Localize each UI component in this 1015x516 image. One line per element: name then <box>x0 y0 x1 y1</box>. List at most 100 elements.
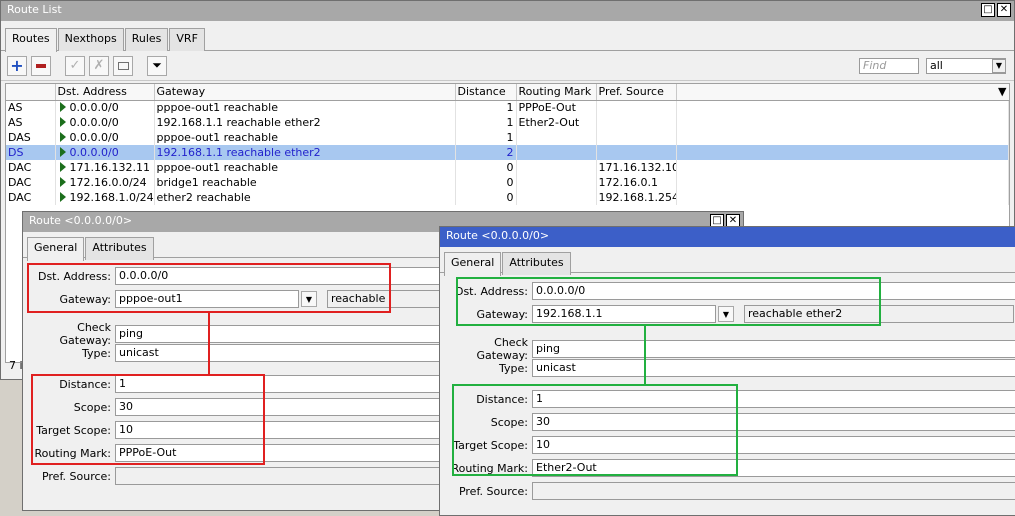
col-flags[interactable] <box>6 84 56 101</box>
row-pref: 171.16.132.100 <box>596 160 677 175</box>
route-arrow-icon <box>59 192 66 202</box>
row-flags: DAC <box>6 160 56 175</box>
route-table: Dst. Address Gateway Distance Routing Ma… <box>6 84 1009 205</box>
route-list-toolbar: + ✓ ✗ ⏷ Find all ▼ <box>1 51 1014 81</box>
table-row[interactable]: DAC 192.168.1.0/24 ether2 reachable 0 19… <box>6 190 1009 205</box>
row-dst-text: 0.0.0.0/0 <box>69 146 119 159</box>
route-list-title: Route List <box>7 3 62 16</box>
pref-source-row: Pref. Source: <box>440 482 1015 500</box>
remove-button[interactable] <box>31 55 51 76</box>
highlight-box-red-routing <box>31 374 265 465</box>
row-dst: 171.16.132.11 <box>55 160 155 175</box>
col-distance[interactable]: Distance <box>455 84 517 101</box>
row-mark <box>516 160 597 175</box>
tab-attributes[interactable]: Attributes <box>85 237 154 260</box>
disable-button[interactable]: ✗ <box>89 55 109 76</box>
tab-nexthops[interactable]: Nexthops <box>57 28 124 51</box>
col-more-dropdown-icon[interactable]: ▼ <box>676 84 1009 101</box>
type-row: Type: unicast <box>440 359 1015 377</box>
row-distance: 0 <box>455 160 517 175</box>
tab-rules[interactable]: Rules <box>124 28 169 51</box>
table-header: Dst. Address Gateway Distance Routing Ma… <box>6 84 1009 101</box>
table-row[interactable]: DAC 172.16.0.0/24 bridge1 reachable 0 17… <box>6 175 1009 190</box>
route-list-tabs: Routes Nexthops Rules VRF <box>1 21 1014 52</box>
row-flags: DAS <box>6 130 56 145</box>
row-pref: 192.168.1.254 <box>596 190 677 205</box>
maximize-icon[interactable]: □ <box>981 3 995 17</box>
type-field[interactable]: unicast <box>532 359 1015 377</box>
row-gateway: pppoe-out1 reachable <box>154 130 456 145</box>
find-input[interactable]: Find <box>859 58 919 74</box>
row-gateway: bridge1 reachable <box>154 175 456 190</box>
row-filler <box>676 190 1009 205</box>
table-row[interactable]: DAS 0.0.0.0/0 pppoe-out1 reachable 1 <box>6 130 1009 145</box>
type-label: Type: <box>499 361 528 375</box>
funnel-icon: ⏷ <box>152 58 162 72</box>
route-arrow-icon <box>59 147 66 157</box>
col-routing-mark[interactable]: Routing Mark <box>516 84 597 101</box>
cross-icon: ✗ <box>93 58 105 73</box>
pref-source-field[interactable] <box>532 482 1015 500</box>
row-dst-text: 0.0.0.0/0 <box>69 116 119 129</box>
highlight-connector-red <box>208 313 210 374</box>
tab-general[interactable]: General <box>444 252 502 276</box>
route-list-titlebar[interactable]: Route List □ ✕ <box>1 1 1014 21</box>
table-row[interactable]: AS 0.0.0.0/0 192.168.1.1 reachable ether… <box>6 115 1009 130</box>
route-right-titlebar[interactable]: Route <0.0.0.0/0> <box>440 227 1015 247</box>
highlight-box-green-routing <box>452 384 738 476</box>
filter-dropdown-icon[interactable]: ▼ <box>992 59 1006 73</box>
table-row-selected[interactable]: DS 0.0.0.0/0 192.168.1.1 reachable ether… <box>6 145 1009 160</box>
row-distance: 1 <box>455 100 517 115</box>
status-bar-text: 7 i <box>9 359 23 372</box>
row-dst-text: 0.0.0.0/0 <box>69 101 119 115</box>
col-pref-source[interactable]: Pref. Source <box>596 84 677 101</box>
comment-button[interactable] <box>113 55 133 76</box>
minus-icon <box>36 63 46 68</box>
pref-source-label: Pref. Source: <box>458 484 528 498</box>
row-dst: 0.0.0.0/0 <box>55 145 155 160</box>
row-mark <box>516 145 597 160</box>
route-right-tabs: General Attributes <box>440 247 1015 276</box>
col-gateway[interactable]: Gateway <box>154 84 456 101</box>
row-pref <box>596 100 677 115</box>
row-filler <box>676 160 1009 175</box>
pref-source-label: Pref. Source: <box>41 469 111 483</box>
route-arrow-icon <box>59 162 66 172</box>
highlight-connector-green <box>644 326 646 384</box>
row-gateway: ether2 reachable <box>154 190 456 205</box>
enable-button[interactable]: ✓ <box>65 55 85 76</box>
table-row[interactable]: AS 0.0.0.0/0 pppoe-out1 reachable 1 PPPo… <box>6 100 1009 115</box>
route-arrow-icon <box>59 102 66 113</box>
row-dst-text: 192.168.1.0/24 <box>69 191 154 204</box>
route-arrow-icon <box>59 117 66 127</box>
row-distance: 1 <box>455 130 517 145</box>
row-distance: 2 <box>455 145 517 160</box>
table-row[interactable]: DAC 171.16.132.11 pppoe-out1 reachable 0… <box>6 160 1009 175</box>
row-dst: 0.0.0.0/0 <box>55 100 155 115</box>
row-gateway: pppoe-out1 reachable <box>154 100 456 115</box>
check-icon: ✓ <box>69 58 81 73</box>
add-button[interactable]: + <box>7 55 27 76</box>
row-distance: 0 <box>455 190 517 205</box>
row-pref <box>596 145 677 160</box>
row-mark <box>516 175 597 190</box>
row-dst: 0.0.0.0/0 <box>55 115 155 130</box>
row-flags: DAC <box>6 175 56 190</box>
row-distance: 0 <box>455 175 517 190</box>
tab-routes[interactable]: Routes <box>5 28 57 52</box>
comment-icon <box>117 61 129 70</box>
row-gateway: 192.168.1.1 reachable ether2 <box>154 145 456 160</box>
row-filler <box>676 100 1009 115</box>
tab-general[interactable]: General <box>27 237 85 261</box>
filter-button[interactable]: ⏷ <box>147 55 167 76</box>
tab-vrf[interactable]: VRF <box>169 28 205 51</box>
row-filler <box>676 145 1009 160</box>
route-arrow-icon <box>59 132 66 142</box>
row-mark <box>516 130 597 145</box>
tab-attributes[interactable]: Attributes <box>502 252 571 275</box>
highlight-box-green-gateway <box>456 277 881 326</box>
col-dst-address[interactable]: Dst. Address <box>55 84 155 101</box>
check-gateway-field[interactable]: ping <box>532 340 1015 358</box>
close-icon[interactable]: ✕ <box>997 3 1011 17</box>
row-flags: AS <box>6 115 56 130</box>
